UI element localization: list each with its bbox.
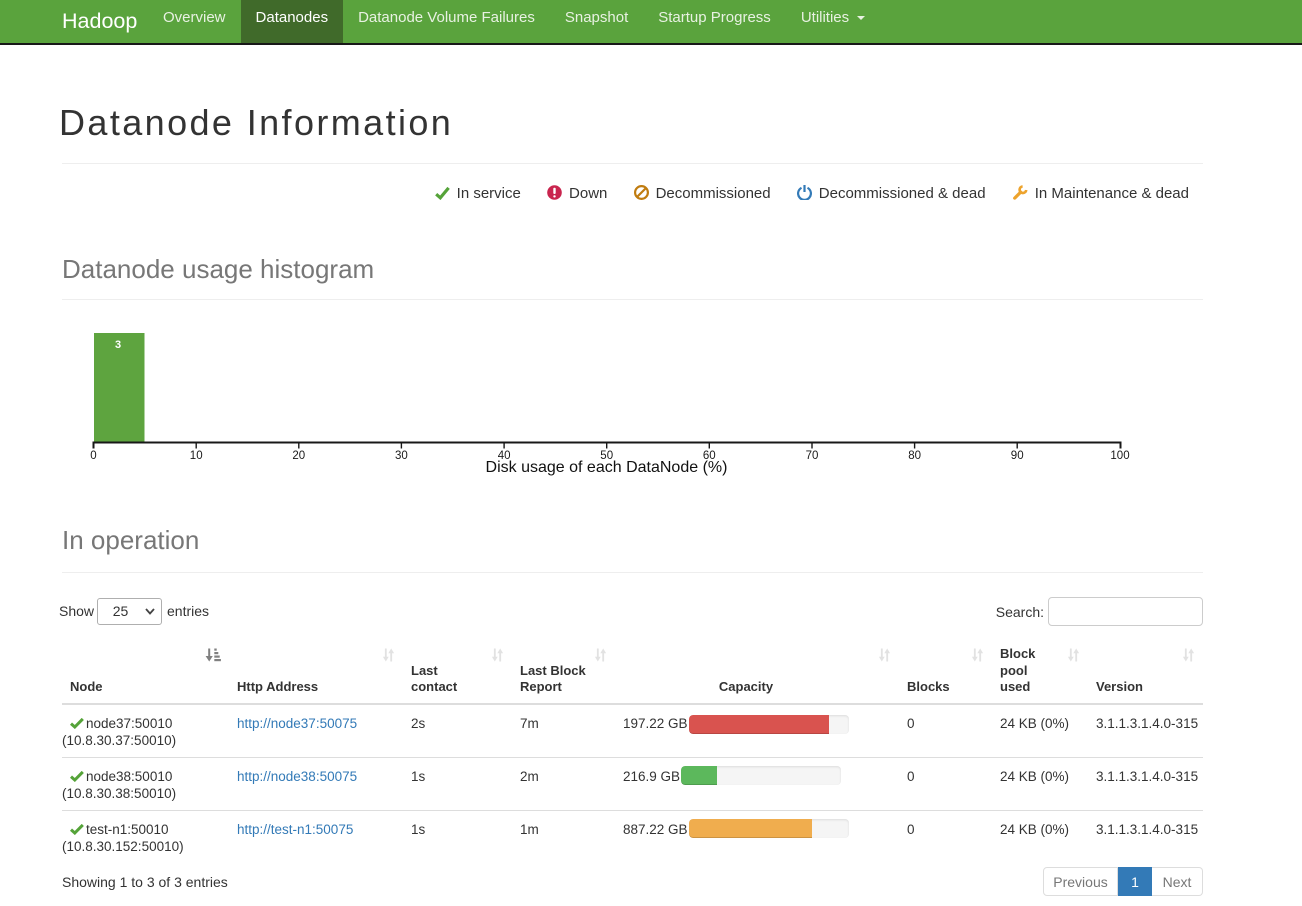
svg-text:70: 70 bbox=[806, 450, 819, 462]
svg-text:Disk usage of each DataNode (%: Disk usage of each DataNode (%) bbox=[486, 459, 728, 476]
svg-text:0: 0 bbox=[90, 450, 96, 462]
svg-text:80: 80 bbox=[908, 450, 921, 462]
svg-text:20: 20 bbox=[292, 450, 305, 462]
svg-text:100: 100 bbox=[1110, 450, 1129, 462]
svg-text:3: 3 bbox=[115, 339, 121, 351]
svg-text:30: 30 bbox=[395, 450, 408, 462]
svg-text:10: 10 bbox=[190, 450, 203, 462]
svg-text:90: 90 bbox=[1011, 450, 1024, 462]
